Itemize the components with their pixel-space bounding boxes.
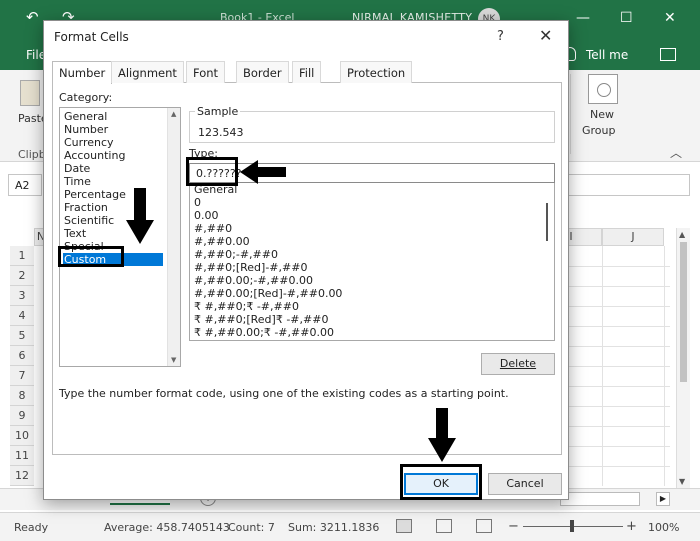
zoom-out-icon[interactable]: −: [508, 519, 519, 534]
name-box[interactable]: A2: [8, 174, 42, 196]
list-item[interactable]: #,##0.00: [194, 235, 250, 248]
column-header[interactable]: J: [602, 228, 664, 246]
list-item[interactable]: #,##0;-#,##0: [194, 248, 278, 261]
sample-value: 123.543: [198, 126, 244, 139]
row-header[interactable]: 8: [10, 386, 34, 406]
status-ready: Ready: [14, 521, 49, 534]
row-header[interactable]: 9: [10, 406, 34, 426]
list-item[interactable]: 0.00: [194, 209, 219, 222]
row-header[interactable]: 7: [10, 366, 34, 386]
row-header[interactable]: 4: [10, 306, 34, 326]
help-icon[interactable]: ?: [497, 29, 504, 44]
tab-fill[interactable]: Fill: [292, 61, 322, 83]
list-item[interactable]: #,##0.00;[Red]-#,##0.00: [194, 287, 342, 300]
category-general[interactable]: General: [63, 110, 163, 123]
scroll-down-icon[interactable]: ▼: [171, 356, 176, 364]
page-break-view-icon[interactable]: [476, 519, 492, 533]
scroll-up-icon[interactable]: ▲: [679, 230, 685, 239]
cancel-button[interactable]: Cancel: [488, 473, 562, 495]
maximize-icon[interactable]: ☐: [620, 10, 633, 26]
list-item[interactable]: #,##0: [194, 222, 232, 235]
tab-number[interactable]: Number: [52, 61, 113, 84]
comments-icon[interactable]: [660, 48, 676, 61]
row-header[interactable]: 6: [10, 346, 34, 366]
window-close-icon[interactable]: ✕: [664, 10, 676, 26]
ribbon-separator: [570, 74, 571, 154]
gridline: [664, 246, 665, 486]
undo-icon[interactable]: ↶: [26, 8, 39, 26]
scroll-thumb[interactable]: [546, 203, 548, 241]
list-item[interactable]: #,##0.00;-#,##0.00: [194, 274, 313, 287]
tab-font[interactable]: Font: [186, 61, 226, 83]
category-scrollbar[interactable]: ▲ ▼: [167, 108, 180, 366]
sample-label: Sample: [195, 105, 241, 118]
scroll-right-icon[interactable]: ▶: [656, 492, 670, 506]
row-header[interactable]: 1: [10, 246, 34, 266]
dialog-tabs: Number Alignment Font Border Fill Protec…: [52, 61, 562, 84]
category-currency[interactable]: Currency: [63, 136, 163, 149]
normal-view-icon[interactable]: [396, 519, 412, 533]
new-group-label[interactable]: New: [590, 108, 614, 121]
tell-me-search[interactable]: Tell me: [586, 48, 628, 62]
dialog-title: Format Cells: [54, 30, 129, 44]
horizontal-scrollbar[interactable]: [560, 492, 640, 506]
hint-text: Type the number format code, using one o…: [59, 387, 509, 400]
collapse-ribbon-icon[interactable]: ︿: [670, 144, 682, 161]
format-code-list[interactable]: General 0 0.00 #,##0 #,##0.00 #,##0;-#,#…: [189, 183, 555, 341]
scroll-down-icon[interactable]: ▼: [679, 477, 685, 486]
new-group-icon[interactable]: [588, 74, 618, 104]
left-arrow-icon: [240, 160, 286, 184]
sample-box: [189, 111, 555, 143]
list-item[interactable]: 0: [194, 196, 201, 209]
status-count: Count: 7: [228, 521, 275, 534]
format-list-scrollbar[interactable]: [540, 183, 554, 340]
formula-input[interactable]: [568, 174, 690, 196]
paste-icon[interactable]: [20, 80, 40, 106]
row-header[interactable]: 5: [10, 326, 34, 346]
status-sum: Sum: 3211.1836: [288, 521, 380, 534]
zoom-level[interactable]: 100%: [648, 521, 679, 534]
tab-protection[interactable]: Protection: [340, 61, 413, 83]
status-bar: Ready Average: 458.7405143 Count: 7 Sum:…: [0, 512, 700, 541]
list-item[interactable]: ₹ #,##0.00;₹ -#,##0.00: [194, 326, 334, 339]
ok-highlight-box: [400, 464, 482, 500]
custom-highlight-box: [58, 246, 124, 267]
down-arrow-icon: [126, 188, 154, 244]
category-accounting[interactable]: Accounting: [63, 149, 163, 162]
row-header[interactable]: 3: [10, 286, 34, 306]
group-label[interactable]: Group: [582, 124, 616, 137]
row-header[interactable]: 12: [10, 466, 34, 486]
zoom-in-icon[interactable]: +: [626, 519, 637, 534]
scroll-thumb[interactable]: [680, 242, 687, 382]
list-item[interactable]: #,##0;[Red]-#,##0: [194, 261, 307, 274]
list-item[interactable]: ₹ #,##0;₹ -#,##0: [194, 300, 299, 313]
category-list[interactable]: General Number Currency Accounting Date …: [59, 107, 181, 367]
zoom-slider-thumb[interactable]: [570, 520, 574, 532]
close-icon[interactable]: ✕: [539, 26, 552, 45]
tab-border[interactable]: Border: [236, 61, 289, 83]
list-item[interactable]: ₹ #,##0;[Red]₹ -#,##0: [194, 313, 328, 326]
gridline: [602, 246, 603, 486]
row-header[interactable]: 11: [10, 446, 34, 466]
status-average: Average: 458.7405143: [104, 521, 230, 534]
scroll-up-icon[interactable]: ▲: [171, 110, 176, 118]
row-header[interactable]: 2: [10, 266, 34, 286]
category-date[interactable]: Date: [63, 162, 163, 175]
category-label: Category:: [59, 91, 113, 104]
number-tab-panel: Category: General Number Currency Accoun…: [52, 83, 562, 455]
row-header[interactable]: 10: [10, 426, 34, 446]
down-arrow-icon: [428, 408, 456, 462]
vertical-scrollbar[interactable]: ▲ ▼: [676, 228, 690, 488]
tab-alignment[interactable]: Alignment: [111, 61, 184, 83]
delete-button[interactable]: Delete: [481, 353, 555, 375]
minimize-icon[interactable]: —: [576, 10, 590, 26]
page-layout-view-icon[interactable]: [436, 519, 452, 533]
type-highlight-box: [186, 157, 238, 186]
category-number[interactable]: Number: [63, 123, 163, 136]
